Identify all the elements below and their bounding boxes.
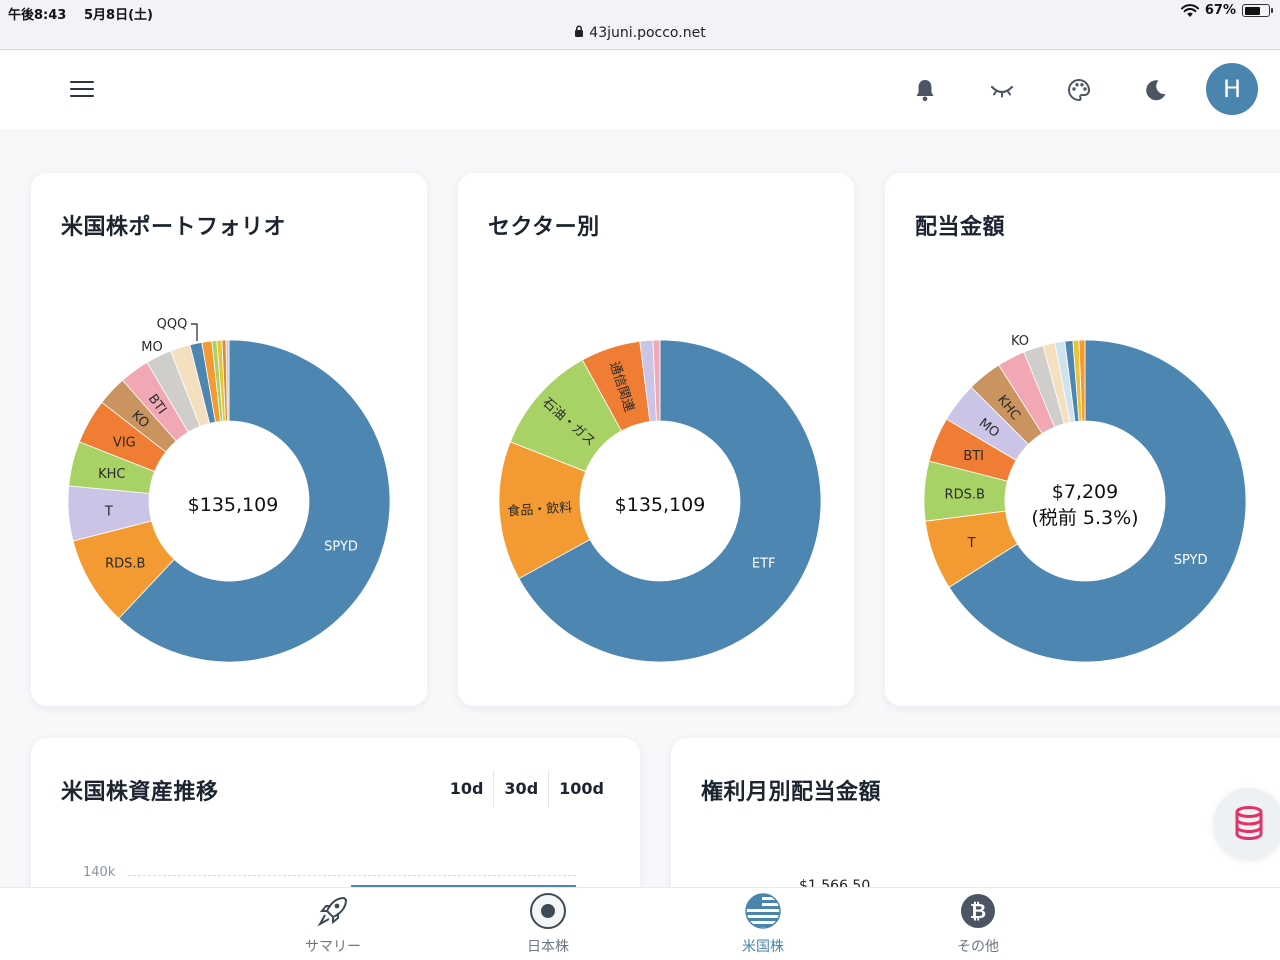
slice-label: SPYD	[324, 539, 358, 554]
dividend-yield: (税前 5.3%)	[1031, 507, 1139, 529]
japan-flag-icon	[530, 893, 566, 929]
nav-japan[interactable]: 日本株	[488, 888, 608, 960]
status-date: 5月8日(土)	[84, 8, 153, 23]
portfolio-card: 米国株ポートフォリオ SPYD RDS.B T KHC VIG KO BTI MO QQQ $1…	[31, 173, 427, 706]
status-time: 午後8:43	[8, 8, 67, 23]
portfolio-title: 米国株ポートフォリオ	[61, 215, 287, 240]
battery-percent: 67%	[1204, 3, 1236, 18]
sector-card: セクター別 ETF 食品・飲料 石油・ガス 通信関連 $135,109	[458, 173, 854, 706]
wifi-icon	[1180, 3, 1199, 17]
callout-label-mo: MO	[141, 340, 162, 355]
nav-other-label: その他	[957, 939, 999, 955]
moon-icon[interactable]	[1143, 77, 1169, 103]
sector-donut[interactable]: ETF 食品・飲料 石油・ガス 通信関連 $135,109	[458, 293, 854, 673]
slice-label: T	[967, 536, 976, 551]
nav-summary[interactable]: サマリー	[273, 888, 393, 960]
tab-10d[interactable]: 10d	[440, 770, 495, 808]
dividend-title: 配当金額	[915, 215, 1006, 240]
slice-label: SPYD	[1174, 553, 1208, 568]
database-button[interactable]	[1214, 788, 1280, 858]
range-tabs: 10d 30d 100d	[440, 770, 614, 808]
svg-text:₿: ₿	[970, 899, 986, 923]
dividend-donut[interactable]: SPYD T RDS.B BTI MO KHC KO $7,209 (税前 5.3%)	[885, 293, 1280, 673]
monthly-title: 権利月別配当金額	[701, 780, 882, 805]
callout-label-ko: KO	[1011, 334, 1029, 349]
portfolio-donut[interactable]: SPYD RDS.B T KHC VIG KO BTI MO QQQ $135,109	[31, 293, 427, 673]
bitcoin-icon: ₿	[961, 894, 995, 928]
history-title: 米国株資産推移	[61, 780, 219, 805]
status-bar: 午後8:43 5月8日(土) 67% 43juni.pocco.net	[0, 0, 1280, 50]
nav-other[interactable]: ₿ その他	[918, 888, 1038, 960]
bell-icon[interactable]	[912, 77, 938, 103]
tab-100d[interactable]: 100d	[549, 770, 614, 808]
app-header: H	[0, 51, 1280, 129]
menu-icon[interactable]	[70, 81, 94, 99]
sector-title: セクター別	[488, 215, 600, 240]
portfolio-center-value: $135,109	[187, 494, 279, 516]
gridline	[128, 875, 576, 876]
y-tick-label: 140k	[83, 865, 116, 880]
slice-label: ETF	[752, 556, 776, 571]
avatar[interactable]: H	[1206, 63, 1258, 115]
nav-summary-label: サマリー	[305, 939, 361, 955]
sector-donut-svg[interactable]: ETF食品・飲料石油・ガス通信関連	[458, 293, 854, 673]
bottom-nav: サマリー 日本株 米国株 ₿ その他	[0, 887, 1280, 960]
nav-us[interactable]: 米国株	[703, 888, 823, 960]
battery-icon	[1242, 4, 1273, 17]
dividend-amount: $7,209	[1051, 481, 1119, 503]
nav-japan-label: 日本株	[527, 939, 569, 955]
callout-line	[191, 323, 198, 341]
eye-closed-icon[interactable]	[989, 77, 1015, 103]
url-text: 43juni.pocco.net	[589, 25, 706, 41]
nav-us-label: 米国株	[742, 939, 784, 955]
slice-label: RDS.B	[945, 487, 985, 502]
slice-label: VIG	[113, 435, 136, 450]
portfolio-donut-svg[interactable]: SPYDRDS.BTKHCVIGKOBTIMOQQQ	[31, 293, 427, 673]
slice-label: BTI	[963, 449, 984, 464]
us-flag-icon	[745, 893, 781, 929]
palette-icon[interactable]	[1066, 77, 1092, 103]
callout-label-qqq: QQQ	[157, 317, 188, 332]
lock-icon	[575, 25, 584, 37]
dividend-center-value: $7,209 (税前 5.3%)	[1015, 479, 1155, 531]
url-bar[interactable]: 43juni.pocco.net	[0, 25, 1280, 41]
slice-label: RDS.B	[105, 556, 145, 571]
rocket-icon	[317, 896, 348, 927]
database-icon	[1235, 806, 1263, 840]
sector-center-value: $135,109	[614, 494, 706, 516]
slice-label: KHC	[98, 467, 125, 482]
dividend-card: 配当金額 SPYD T RDS.B BTI MO KHC KO $7,209 (税前 5.3…	[885, 173, 1280, 706]
slice-label: T	[104, 504, 113, 519]
status-right: 67%	[1180, 3, 1273, 18]
tab-30d[interactable]: 30d	[494, 770, 550, 808]
